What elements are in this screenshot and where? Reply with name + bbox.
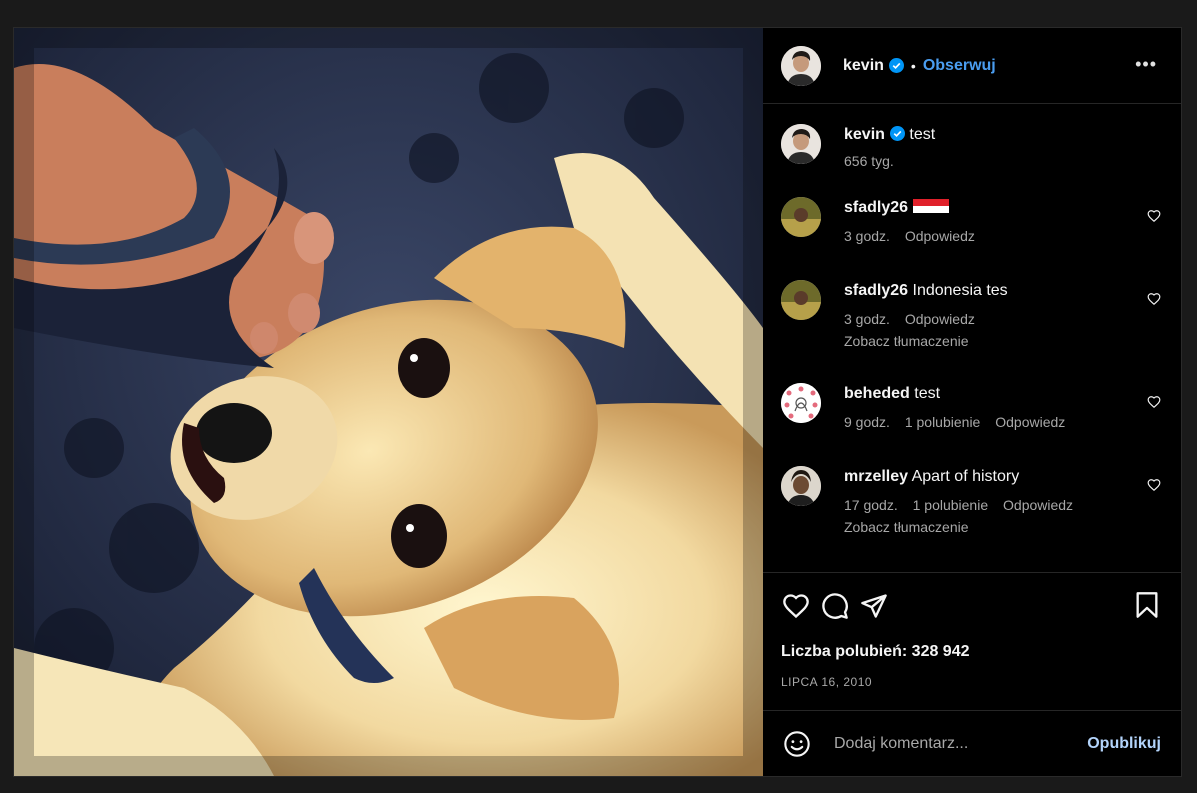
see-translation-link[interactable]: Zobacz tłumaczenie: [844, 333, 1163, 349]
reply-button[interactable]: Odpowiedz: [905, 228, 975, 244]
like-heart-icon[interactable]: [781, 591, 811, 621]
caption-username[interactable]: kevin: [844, 126, 885, 143]
caption-text: test: [909, 126, 936, 143]
commenter-avatar[interactable]: [781, 466, 821, 506]
comment-likes-count[interactable]: 1 polubienie: [905, 414, 981, 430]
like-comment-heart-icon[interactable]: [1147, 209, 1161, 223]
separator-dot: •: [910, 57, 916, 74]
comment-username[interactable]: sfadly26: [844, 199, 908, 216]
comment-input[interactable]: [834, 734, 1088, 753]
see-translation-link[interactable]: Zobacz tłumaczenie: [844, 519, 1163, 535]
comment-username[interactable]: beheded: [844, 385, 910, 402]
reply-button[interactable]: Odpowiedz: [905, 311, 975, 327]
comment-username[interactable]: mrzelley: [844, 468, 908, 485]
verified-badge-icon: [889, 126, 905, 141]
like-comment-heart-icon[interactable]: [1147, 395, 1161, 409]
post-actions-section: Liczba polubień: 328 942 LIPCA 16, 2010: [763, 572, 1181, 710]
author-username[interactable]: kevin: [843, 57, 884, 75]
post-modal: kevin • Obserwuj ••• kevin test 656 tyg.: [13, 27, 1182, 777]
more-options-icon[interactable]: •••: [1135, 55, 1157, 73]
comment-item: sfadly26 3 godz. Odpowiedz: [781, 197, 1163, 280]
post-photo[interactable]: [14, 28, 763, 776]
comment-time: 3 godz.: [844, 228, 890, 244]
post-side-panel: kevin • Obserwuj ••• kevin test 656 tyg.: [763, 28, 1181, 776]
comment-item: mrzelley Apart of history 17 godz. 1 pol…: [781, 466, 1163, 556]
like-comment-heart-icon[interactable]: [1147, 478, 1161, 492]
like-comment-heart-icon[interactable]: [1147, 292, 1161, 306]
reply-button[interactable]: Odpowiedz: [995, 414, 1065, 430]
post-header: kevin • Obserwuj •••: [763, 28, 1181, 104]
share-paper-plane-icon[interactable]: [859, 591, 889, 621]
verified-badge-icon: [888, 58, 904, 73]
save-bookmark-icon[interactable]: [1133, 591, 1161, 619]
comment-username[interactable]: sfadly26: [844, 282, 908, 299]
commenter-avatar[interactable]: [781, 383, 821, 423]
publish-button[interactable]: Opublikuj: [1087, 735, 1161, 753]
comment-bubble-icon[interactable]: [820, 591, 850, 621]
indonesia-flag-icon: [912, 199, 949, 213]
comment-time: 9 godz.: [844, 414, 890, 430]
comments-list[interactable]: kevin test 656 tyg. sfadly26 3 godz. Odp…: [763, 104, 1181, 572]
commenter-avatar[interactable]: [781, 280, 821, 320]
reply-button[interactable]: Odpowiedz: [1003, 497, 1073, 513]
comment-item: beheded test 9 godz. 1 polubienie Odpowi…: [781, 383, 1163, 466]
dog-photo-image: [14, 28, 763, 776]
add-comment-bar: Opublikuj: [763, 710, 1181, 776]
comment-text: test: [914, 385, 941, 402]
likes-count[interactable]: Liczba polubień: 328 942: [781, 643, 1163, 661]
commenter-avatar[interactable]: [781, 197, 821, 237]
author-avatar[interactable]: [781, 45, 821, 86]
follow-button[interactable]: Obserwuj: [923, 57, 996, 75]
comment-time: 17 godz.: [844, 497, 898, 513]
post-date: LIPCA 16, 2010: [781, 675, 873, 689]
comment-text: Indonesia tes: [912, 282, 1008, 299]
caption-avatar[interactable]: [781, 124, 821, 164]
comment-likes-count[interactable]: 1 polubienie: [913, 497, 989, 513]
emoji-smiley-icon[interactable]: [783, 730, 811, 758]
comment-item: sfadly26 Indonesia tes 3 godz. Odpowiedz…: [781, 280, 1163, 383]
comment-text: Apart of history: [911, 468, 1020, 485]
comment-time: 3 godz.: [844, 311, 890, 327]
action-bar: [781, 573, 1163, 639]
post-caption: kevin test 656 tyg.: [781, 124, 1163, 197]
caption-time: 656 tyg.: [844, 153, 894, 169]
